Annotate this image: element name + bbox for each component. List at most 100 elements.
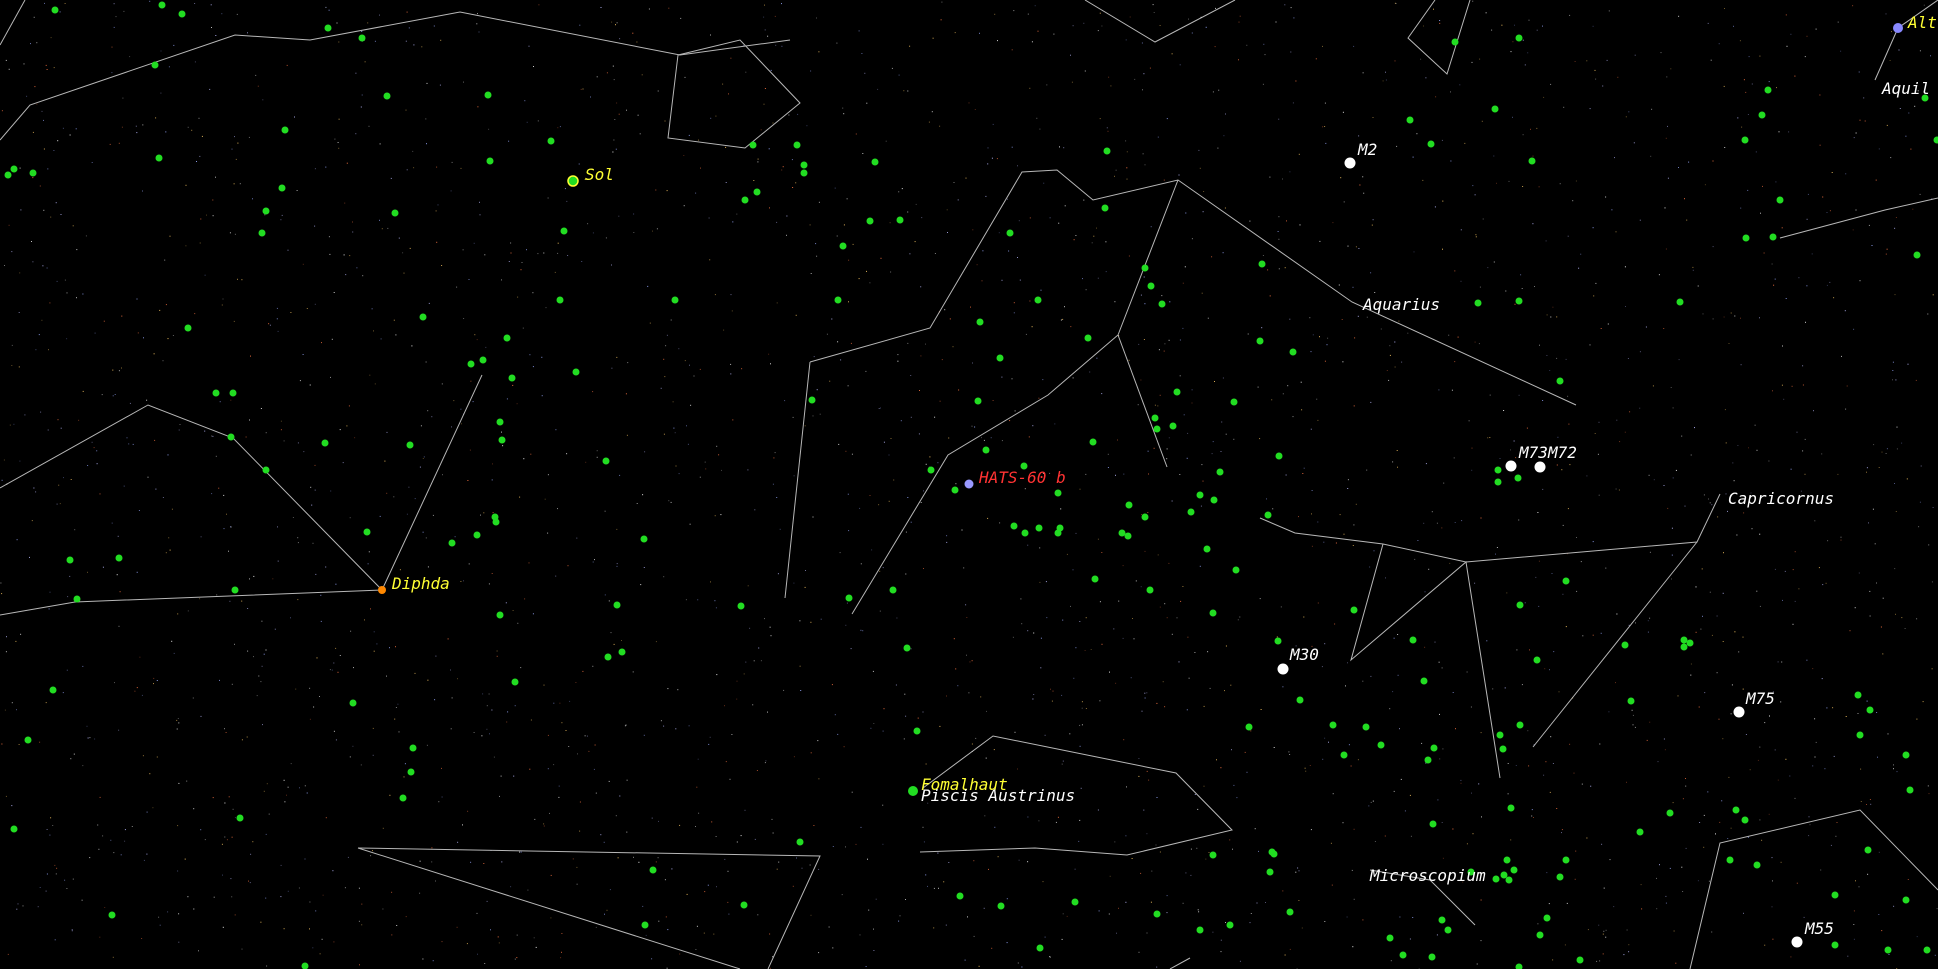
background-star bbox=[1514, 24, 1515, 26]
background-star bbox=[981, 280, 983, 282]
background-star bbox=[1740, 317, 1741, 319]
background-star bbox=[1878, 851, 1880, 853]
background-star bbox=[1140, 294, 1142, 296]
background-star bbox=[1369, 566, 1371, 568]
background-star bbox=[907, 90, 909, 92]
hats60b-marker[interactable] bbox=[964, 479, 974, 489]
background-star bbox=[1749, 769, 1751, 771]
background-star bbox=[439, 84, 441, 86]
background-star bbox=[842, 107, 844, 109]
background-star bbox=[172, 335, 174, 336]
m55-label[interactable]: M55 bbox=[1804, 919, 1834, 938]
background-star bbox=[1491, 29, 1493, 31]
background-star bbox=[110, 839, 112, 841]
background-star bbox=[199, 155, 201, 157]
background-star bbox=[776, 497, 778, 498]
altair-marker[interactable] bbox=[1893, 23, 1903, 33]
background-star bbox=[266, 965, 268, 967]
m30-marker[interactable] bbox=[1277, 663, 1289, 675]
m55-marker[interactable] bbox=[1791, 936, 1803, 948]
background-star bbox=[883, 441, 885, 443]
background-star bbox=[1635, 622, 1636, 624]
background-star bbox=[142, 190, 143, 192]
hats60b-label[interactable]: HATS-60 b bbox=[978, 468, 1066, 487]
background-star bbox=[52, 825, 54, 826]
background-star bbox=[1932, 294, 1934, 296]
background-star bbox=[1471, 447, 1473, 449]
background-star bbox=[543, 823, 545, 825]
background-star bbox=[561, 933, 563, 934]
sol-label[interactable]: Sol bbox=[585, 165, 614, 184]
background-star bbox=[1837, 21, 1839, 23]
m73-marker[interactable] bbox=[1505, 460, 1517, 472]
background-star bbox=[668, 500, 670, 502]
background-star bbox=[395, 334, 397, 336]
altair-label[interactable]: Alt bbox=[1907, 13, 1937, 32]
background-star bbox=[559, 702, 561, 704]
background-star bbox=[1791, 385, 1793, 387]
background-star bbox=[1580, 253, 1582, 255]
sky-map[interactable]: Sol Diphda Fomalhaut Alt HATS-60 b M2 M7… bbox=[0, 0, 1938, 969]
m75-label[interactable]: M75 bbox=[1745, 689, 1775, 708]
background-star bbox=[1833, 755, 1835, 757]
background-star bbox=[1097, 30, 1099, 32]
background-star bbox=[1880, 626, 1882, 628]
background-star bbox=[806, 125, 808, 127]
background-star bbox=[1836, 822, 1838, 823]
fomalhaut-marker[interactable] bbox=[908, 786, 918, 796]
background-star bbox=[146, 811, 148, 813]
star-chart-canvas[interactable]: Sol Diphda Fomalhaut Alt HATS-60 b M2 M7… bbox=[0, 0, 1938, 969]
background-star bbox=[519, 496, 521, 498]
background-star bbox=[1725, 442, 1727, 444]
catalog-star bbox=[1451, 38, 1459, 46]
background-star bbox=[668, 7, 670, 9]
background-star bbox=[212, 797, 214, 799]
m2-marker[interactable] bbox=[1344, 157, 1356, 169]
background-star bbox=[1271, 399, 1273, 401]
background-star bbox=[614, 119, 616, 120]
catalog-star bbox=[508, 374, 516, 382]
background-star bbox=[325, 6, 327, 8]
background-star bbox=[334, 138, 336, 140]
background-star bbox=[290, 617, 291, 619]
background-star bbox=[1080, 787, 1082, 789]
background-star bbox=[325, 566, 327, 568]
line-aquila-2 bbox=[1779, 197, 1938, 239]
background-star bbox=[249, 578, 250, 580]
background-star bbox=[19, 272, 21, 274]
diphda-marker[interactable] bbox=[378, 586, 386, 594]
background-star bbox=[843, 746, 845, 748]
catalog-star bbox=[1515, 297, 1523, 305]
m30-label[interactable]: M30 bbox=[1289, 645, 1319, 664]
background-star bbox=[1017, 768, 1018, 770]
background-star bbox=[1718, 43, 1720, 45]
background-star bbox=[993, 749, 995, 751]
m72-label[interactable]: M72 bbox=[1547, 443, 1577, 462]
background-star bbox=[577, 753, 578, 755]
background-star bbox=[647, 285, 649, 287]
background-star bbox=[696, 786, 698, 788]
background-star bbox=[961, 529, 963, 531]
background-star bbox=[431, 861, 433, 863]
background-star bbox=[1818, 567, 1820, 569]
background-star bbox=[93, 447, 95, 449]
background-star bbox=[1013, 302, 1015, 304]
background-star bbox=[1325, 142, 1327, 144]
background-star bbox=[1118, 907, 1119, 909]
background-star bbox=[1115, 474, 1116, 476]
m73-label[interactable]: M73 bbox=[1518, 443, 1548, 462]
diphda-label[interactable]: Diphda bbox=[391, 574, 450, 593]
m72-marker[interactable] bbox=[1534, 461, 1546, 473]
background-star bbox=[1374, 292, 1376, 293]
background-star bbox=[1812, 668, 1814, 670]
catalog-star bbox=[951, 486, 959, 494]
background-star bbox=[1275, 21, 1277, 23]
m75-marker[interactable] bbox=[1733, 706, 1745, 718]
background-star bbox=[594, 559, 595, 561]
background-star bbox=[1755, 151, 1757, 153]
background-star bbox=[248, 136, 250, 138]
sol-marker[interactable] bbox=[567, 175, 579, 187]
background-star bbox=[764, 762, 766, 764]
m2-label[interactable]: M2 bbox=[1357, 140, 1377, 159]
background-star bbox=[1389, 345, 1391, 347]
